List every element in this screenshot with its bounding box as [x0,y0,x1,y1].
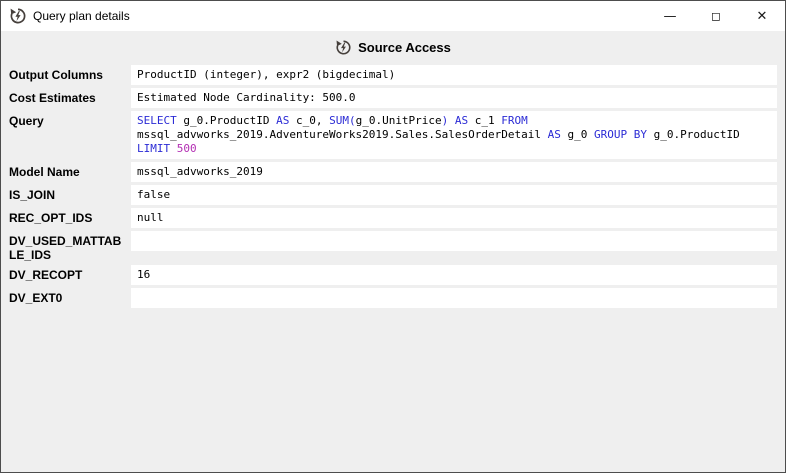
titlebar[interactable]: Query plan details — ◻ ✕ [1,1,785,31]
rec-opt-ids-value[interactable]: null [131,208,777,228]
row-is-join: IS_JOIN false [9,185,777,205]
window-title: Query plan details [33,9,130,23]
field-label: DV_RECOPT [9,265,131,282]
field-label: Query [9,111,131,128]
sql-token-keyword: LIMIT [137,142,177,155]
sql-token-keyword: ) AS [442,114,475,127]
field-label: Cost Estimates [9,88,131,105]
sql-token-keyword: SELECT [137,114,183,127]
field-label: DV_EXT0 [9,288,131,305]
refresh-bolt-icon [9,7,27,25]
sql-line: SELECT g_0.ProductID AS c_0, SUM(g_0.Uni… [137,114,771,128]
dv-used-mattable-ids-value[interactable] [131,231,777,251]
field-label: DV_USED_MATTABLE_IDS [9,231,131,262]
row-dv-ext0: DV_EXT0 [9,288,777,308]
sql-token-number: 500 [177,142,197,155]
sql-token-keyword: AS [548,128,568,141]
output-columns-value[interactable]: ProductID (integer), expr2 (bigdecimal) [131,65,777,85]
sql-token-plain: g_0 [567,128,594,141]
field-label: Model Name [9,162,131,179]
dv-ext0-value[interactable] [131,288,777,308]
field-label: REC_OPT_IDS [9,208,131,225]
row-model-name: Model Name mssql_advworks_2019 [9,162,777,182]
sql-token-plain: g_0.UnitPrice [356,114,442,127]
dv-recopt-value[interactable]: 16 [131,265,777,285]
row-dv-used-mattable-ids: DV_USED_MATTABLE_IDS [9,231,777,262]
model-name-value[interactable]: mssql_advworks_2019 [131,162,777,182]
sql-token-keyword: GROUP BY [594,128,654,141]
sql-token-plain: c_0, [296,114,329,127]
minimize-button[interactable]: — [647,1,693,31]
close-button[interactable]: ✕ [739,1,785,31]
query-value[interactable]: SELECT g_0.ProductID AS c_0, SUM(g_0.Uni… [131,111,777,159]
sql-line: mssql_advworks_2019.AdventureWorks2019.S… [137,128,771,142]
sql-token-plain: g_0.ProductID [183,114,276,127]
row-rec-opt-ids: REC_OPT_IDS null [9,208,777,228]
row-dv-recopt: DV_RECOPT 16 [9,265,777,285]
node-header-title: Source Access [358,40,451,55]
sql-line: LIMIT 500 [137,142,771,156]
source-access-icon [335,39,352,56]
field-label: IS_JOIN [9,185,131,202]
row-cost-estimates: Cost Estimates Estimated Node Cardinalit… [9,88,777,108]
maximize-button[interactable]: ◻ [693,1,739,31]
query-plan-details-window: Query plan details — ◻ ✕ Source Access O… [0,0,786,473]
sql-token-keyword: AS [276,114,296,127]
window-controls: — ◻ ✕ [647,1,785,31]
field-label: Output Columns [9,65,131,82]
detail-form: Output Columns ProductID (integer), expr… [1,63,785,311]
cost-estimates-value[interactable]: Estimated Node Cardinality: 500.0 [131,88,777,108]
row-output-columns: Output Columns ProductID (integer), expr… [9,65,777,85]
sql-token-plain: mssql_advworks_2019.AdventureWorks2019.S… [137,128,548,141]
node-header: Source Access [1,31,785,63]
is-join-value[interactable]: false [131,185,777,205]
sql-token-plain: c_1 [475,114,502,127]
sql-token-keyword: SUM( [329,114,356,127]
row-query: Query SELECT g_0.ProductID AS c_0, SUM(g… [9,111,777,159]
sql-token-plain: g_0.ProductID [654,128,740,141]
sql-token-keyword: FROM [501,114,528,127]
